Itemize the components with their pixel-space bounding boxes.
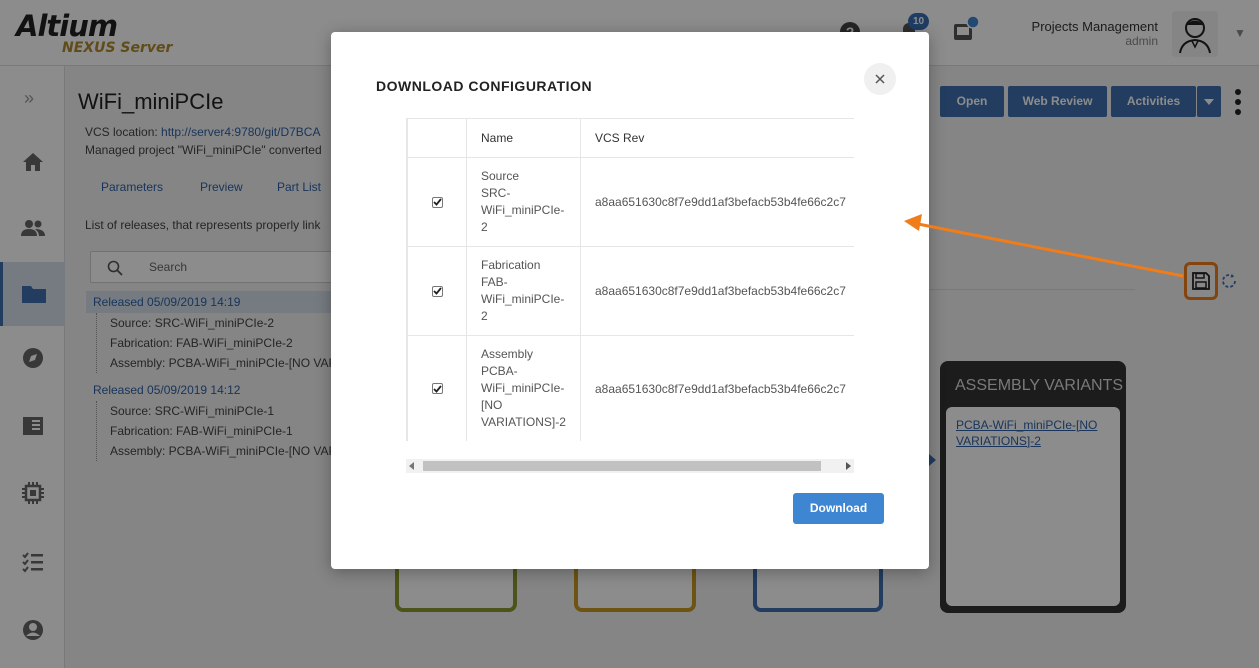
download-button[interactable]: Download (793, 493, 884, 524)
row-name-line: SRC- (481, 186, 511, 200)
table-row[interactable]: Fabrication FAB- WiFi_miniPCIe- 2 a8aa651630… (407, 246, 854, 336)
checkmark-icon (432, 198, 442, 206)
row-name-cell: Assembly PCBA- WiFi_miniPCIe- [NO VARIATIONS… (466, 335, 581, 441)
row-checkbox[interactable] (431, 285, 443, 297)
row-name-line: Source (481, 169, 520, 183)
row-name-line: WiFi_miniPCIe- (481, 292, 565, 306)
row-name-line: Assembly (481, 347, 534, 361)
checkmark-icon (432, 287, 442, 295)
download-configuration-dialog: DOWNLOAD CONFIGURATION Name VCS Rev Sour… (331, 32, 929, 569)
table-body: Source SRC- WiFi_miniPCIe- 2 a8aa651630c8f7e… (407, 157, 854, 441)
checkmark-icon (432, 384, 442, 393)
row-vcs-rev: a8aa651630c8f7e9dd1af3befacb53b4fe66c2c7 (580, 246, 854, 336)
column-vcs-rev[interactable]: VCS Rev (580, 118, 854, 158)
row-name-cell: Fabrication FAB- WiFi_miniPCIe- 2 (466, 246, 581, 336)
row-checkbox[interactable] (431, 383, 443, 394)
row-checkbox[interactable] (431, 196, 443, 208)
row-name-line: 2 (481, 309, 488, 323)
configuration-table: Name VCS Rev Source SRC- WiFi_miniPCIe- 2 a8… (407, 118, 854, 441)
configuration-table-viewport[interactable]: Name VCS Rev Source SRC- WiFi_miniPCIe- 2 a8… (406, 118, 854, 441)
row-name-line: 2 (481, 220, 488, 234)
close-button[interactable] (864, 63, 896, 95)
row-vcs-rev: a8aa651630c8f7e9dd1af3befacb53b4fe66c2c7 (580, 157, 854, 247)
scrollbar-thumb[interactable] (423, 461, 821, 471)
table-row[interactable]: Assembly PCBA- WiFi_miniPCIe- [NO VARIATIONS… (407, 335, 854, 441)
column-name[interactable]: Name (466, 118, 581, 158)
row-checkbox-cell (407, 157, 467, 247)
table-header-row: Name VCS Rev (407, 118, 854, 158)
row-name-line: FAB- (481, 275, 508, 289)
dialog-title: DOWNLOAD CONFIGURATION (376, 78, 593, 94)
table-row[interactable]: Source SRC- WiFi_miniPCIe- 2 a8aa651630c8f7e… (407, 157, 854, 247)
scroll-right-icon[interactable] (846, 462, 851, 470)
row-name-cell: Source SRC- WiFi_miniPCIe- 2 (466, 157, 581, 247)
close-icon (875, 74, 885, 84)
scroll-left-icon[interactable] (409, 462, 414, 470)
row-name-line: WiFi_miniPCIe- (481, 381, 565, 395)
row-name-line: PCBA- (481, 364, 518, 378)
horizontal-scrollbar[interactable] (406, 459, 854, 473)
column-select (407, 118, 467, 158)
row-checkbox-cell (407, 246, 467, 336)
row-name-line: VARIATIONS]-2 (481, 415, 566, 429)
row-checkbox-cell (407, 335, 467, 441)
row-name-line: [NO (481, 398, 503, 412)
row-vcs-rev: a8aa651630c8f7e9dd1af3befacb53b4fe66c2c7 (580, 335, 854, 441)
row-name-line: Fabrication (481, 258, 541, 272)
row-name-line: WiFi_miniPCIe- (481, 203, 565, 217)
